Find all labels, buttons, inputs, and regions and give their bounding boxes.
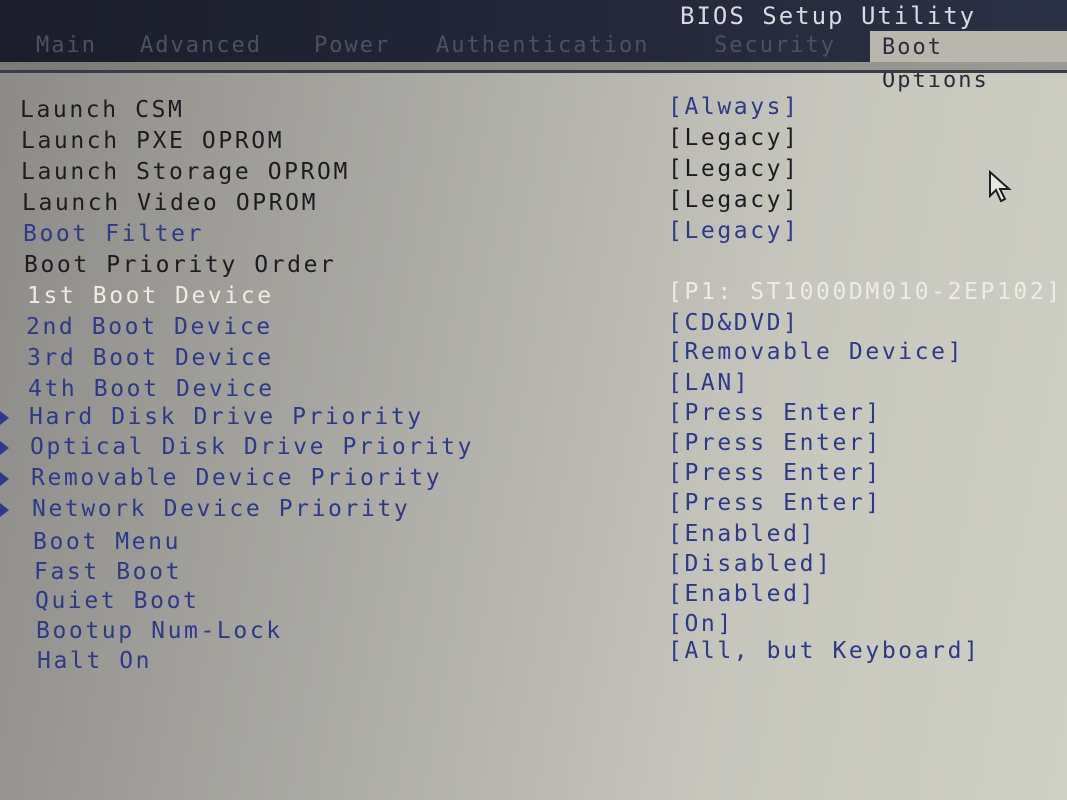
value-boot-menu[interactable]: [Enabled] — [668, 521, 816, 547]
setting-launch-storage-oprom[interactable]: Launch Storage OPROM — [21, 159, 350, 185]
tab-bar: Main Advanced Power Authentication Secur… — [0, 31, 1067, 93]
tab-security[interactable]: Security — [714, 33, 836, 58]
value-3rd-boot-device[interactable]: [Removable Device] — [668, 339, 964, 365]
value-network-device-priority[interactable]: [Press Enter] — [668, 490, 882, 516]
setting-4th-boot-device[interactable]: 4th Boot Device — [28, 376, 275, 402]
setting-quiet-boot[interactable]: Quiet Boot — [35, 588, 199, 614]
tab-power[interactable]: Power — [314, 33, 390, 58]
tab-boot-options[interactable]: Boot Options — [870, 31, 1067, 93]
submenu-optical-disk-drive-priority[interactable]: Optical Disk Drive Priority — [30, 434, 474, 460]
setting-launch-video-oprom[interactable]: Launch Video OPROM — [22, 190, 318, 216]
value-launch-storage-oprom[interactable]: [Legacy] — [668, 156, 800, 182]
setting-1st-boot-device[interactable]: 1st Boot Device — [27, 283, 274, 309]
setting-launch-pxe-oprom[interactable]: Launch PXE OPROM — [21, 128, 284, 154]
value-fast-boot[interactable]: [Disabled] — [668, 551, 832, 577]
setting-boot-filter[interactable]: Boot Filter — [23, 221, 204, 247]
submenu-removable-device-priority[interactable]: Removable Device Priority — [31, 465, 442, 491]
setting-boot-menu[interactable]: Boot Menu — [33, 529, 181, 555]
section-boot-priority-order: Boot Priority Order — [24, 252, 337, 278]
value-launch-video-oprom[interactable]: [Legacy] — [668, 187, 800, 213]
submenu-arrow-icon — [0, 503, 9, 517]
submenu-arrow-icon — [0, 441, 9, 455]
value-quiet-boot[interactable]: [Enabled] — [668, 581, 816, 607]
tab-advanced[interactable]: Advanced — [140, 33, 262, 58]
submenu-hard-disk-drive-priority[interactable]: Hard Disk Drive Priority — [29, 404, 424, 430]
setting-bootup-num-lock[interactable]: Bootup Num-Lock — [36, 618, 283, 644]
mouse-pointer-icon — [989, 170, 1012, 203]
setting-fast-boot[interactable]: Fast Boot — [34, 559, 182, 585]
header-bar: BIOS Setup Utility Main Advanced Power A… — [0, 0, 1067, 93]
setting-launch-csm[interactable]: Launch CSM — [20, 97, 184, 123]
tab-authentication[interactable]: Authentication — [436, 33, 649, 58]
value-halt-on[interactable]: [All, but Keyboard] — [668, 638, 981, 664]
value-hard-disk-drive-priority[interactable]: [Press Enter] — [668, 400, 882, 426]
value-4th-boot-device[interactable]: [LAN] — [668, 370, 750, 396]
setting-halt-on[interactable]: Halt On — [37, 648, 152, 674]
app-title: BIOS Setup Utility — [680, 2, 977, 30]
value-1st-boot-device[interactable]: [P1: ST1000DM010-2EP102] — [668, 279, 1063, 305]
submenu-arrow-icon — [0, 411, 9, 425]
value-2nd-boot-device[interactable]: [CD&DVD] — [668, 310, 800, 336]
value-launch-pxe-oprom[interactable]: [Legacy] — [668, 125, 800, 151]
value-launch-csm[interactable]: [Always] — [668, 94, 800, 120]
submenu-arrow-icon — [0, 472, 9, 486]
value-optical-disk-drive-priority[interactable]: [Press Enter] — [668, 430, 882, 456]
setting-3rd-boot-device[interactable]: 3rd Boot Device — [27, 345, 274, 371]
header-divider-line — [0, 70, 1067, 73]
tab-main[interactable]: Main — [36, 33, 97, 58]
submenu-network-device-priority[interactable]: Network Device Priority — [32, 496, 410, 522]
value-removable-device-priority[interactable]: [Press Enter] — [668, 460, 882, 486]
value-bootup-num-lock[interactable]: [On] — [668, 611, 734, 637]
setting-2nd-boot-device[interactable]: 2nd Boot Device — [26, 314, 273, 340]
header-divider — [0, 62, 1067, 70]
value-boot-filter[interactable]: [Legacy] — [668, 218, 800, 244]
